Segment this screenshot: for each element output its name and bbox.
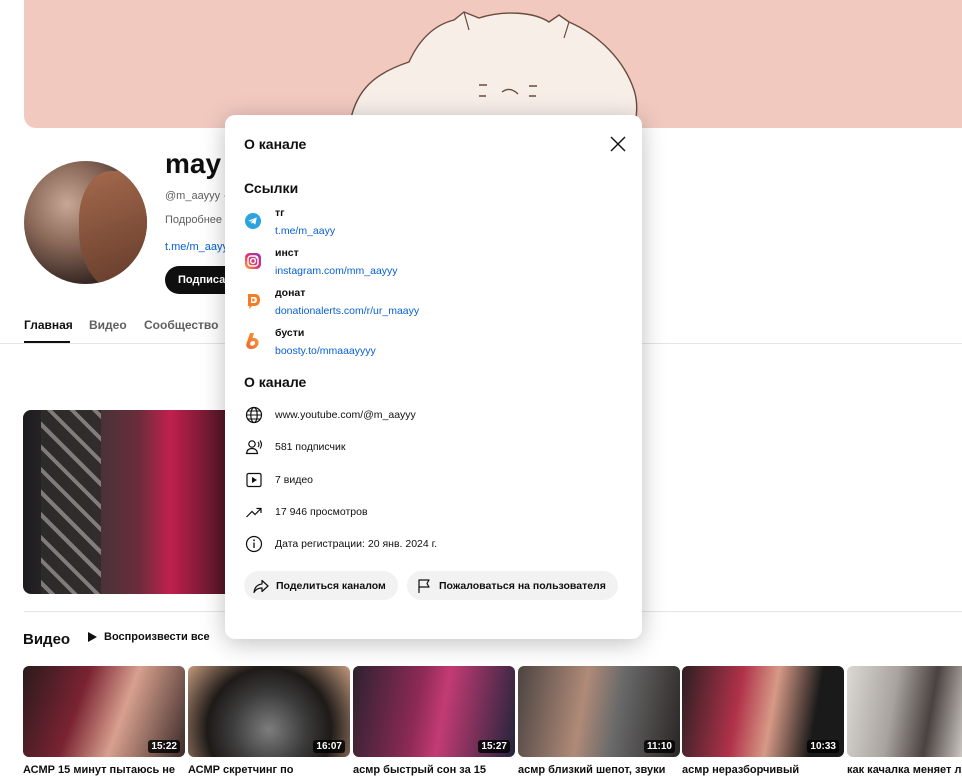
instagram-icon bbox=[245, 253, 261, 269]
flag-icon bbox=[418, 578, 430, 593]
subscriber-count: 581 подписчик bbox=[275, 441, 346, 453]
links-heading: Ссылки bbox=[244, 180, 299, 196]
link-item-donationalerts: донат donationalerts.com/r/ur_maayy bbox=[244, 287, 624, 323]
link-item-boosty: бусти boosty.to/mmaaayyyy bbox=[244, 327, 624, 363]
video-thumbnail[interactable]: 15:22 bbox=[23, 666, 185, 757]
report-user-label: Пожаловаться на пользователя bbox=[439, 579, 606, 592]
channel-handle: @m_aayyy · bbox=[165, 190, 227, 202]
video-thumbnail[interactable]: 11:10 bbox=[518, 666, 680, 757]
boosty-icon bbox=[246, 333, 259, 349]
tab-home[interactable]: Главная bbox=[24, 318, 73, 332]
share-channel-label: Поделиться каналом bbox=[276, 579, 386, 592]
report-user-button[interactable]: Пожаловаться на пользователя bbox=[407, 571, 618, 600]
telegram-icon bbox=[245, 213, 261, 229]
link-item-telegram: тг t.me/m_aayy bbox=[244, 207, 624, 243]
video-duration: 11:10 bbox=[643, 740, 675, 753]
video-duration: 15:27 bbox=[478, 740, 510, 753]
video-count: 7 видео bbox=[275, 474, 314, 486]
close-icon[interactable] bbox=[607, 133, 629, 155]
subscribers-icon bbox=[245, 440, 263, 455]
link-url[interactable]: t.me/m_aayy bbox=[275, 225, 335, 237]
play-all-label: Воспроизвести все bbox=[104, 631, 210, 643]
tab-videos[interactable]: Видео bbox=[89, 318, 127, 332]
link-name: донат bbox=[275, 287, 306, 299]
registration-date: Дата регистрации: 20 янв. 2024 г. bbox=[275, 538, 438, 550]
play-all-button[interactable]: Воспроизвести все bbox=[86, 631, 210, 643]
video-title[interactable]: асмр быстрый сон за 15 bbox=[353, 764, 511, 776]
link-url[interactable]: donationalerts.com/r/ur_maayy bbox=[275, 305, 419, 317]
video-title[interactable]: АСМР 15 минут пытаюсь не bbox=[23, 764, 181, 776]
info-videos: 7 видео bbox=[244, 470, 624, 490]
video-title[interactable]: асмр близкий шепот, звуки bbox=[518, 764, 676, 776]
donationalerts-icon bbox=[248, 294, 260, 309]
video-duration: 10:33 bbox=[807, 740, 839, 753]
video-thumbnail[interactable]: 15:27 bbox=[353, 666, 515, 757]
dialog-title: О канале bbox=[244, 136, 307, 152]
info-views: 17 946 просмотров bbox=[244, 502, 624, 522]
video-thumbnail[interactable]: 10:33 bbox=[682, 666, 844, 757]
info-icon bbox=[245, 535, 263, 553]
channel-name: may bbox=[165, 148, 222, 179]
info-registration-date: Дата регистрации: 20 янв. 2024 г. bbox=[244, 534, 624, 554]
channel-url-text[interactable]: www.youtube.com/@m_aayyy bbox=[275, 409, 416, 421]
info-subscribers: 581 подписчик bbox=[244, 437, 624, 457]
about-heading: О канале bbox=[244, 374, 307, 390]
video-title[interactable]: асмр неразборчивый bbox=[682, 764, 840, 776]
trending-icon bbox=[246, 507, 262, 518]
link-url[interactable]: boosty.to/mmaaayyyy bbox=[275, 345, 376, 357]
video-duration: 15:22 bbox=[148, 740, 180, 753]
link-name: инст bbox=[275, 247, 299, 259]
tab-community[interactable]: Сообщество bbox=[144, 318, 218, 332]
link-name: тг bbox=[275, 207, 285, 219]
link-name: бусти bbox=[275, 327, 305, 339]
featured-video-thumbnail[interactable] bbox=[23, 410, 233, 594]
video-thumbnail[interactable] bbox=[847, 666, 962, 757]
view-count: 17 946 просмотров bbox=[275, 506, 368, 518]
about-channel-dialog: О канале Ссылки тг t.me/m_aayy инст inst… bbox=[225, 115, 642, 639]
share-channel-button[interactable]: Поделиться каналом bbox=[244, 571, 398, 600]
channel-more-link[interactable]: Подробнее о bbox=[165, 214, 231, 226]
video-thumbnail[interactable]: 16:07 bbox=[188, 666, 350, 757]
info-channel-url: www.youtube.com/@m_aayyy bbox=[244, 405, 624, 425]
video-duration: 16:07 bbox=[313, 740, 345, 753]
video-title[interactable]: АСМР скретчинг по bbox=[188, 764, 346, 776]
channel-avatar[interactable] bbox=[24, 161, 147, 284]
video-title[interactable]: как качалка меняет ли bbox=[847, 764, 962, 776]
videos-section-title: Видео bbox=[23, 631, 71, 648]
channel-banner bbox=[24, 0, 962, 128]
share-icon bbox=[253, 579, 269, 593]
globe-icon bbox=[245, 406, 263, 424]
video-icon bbox=[246, 472, 262, 488]
link-item-instagram: инст instagram.com/mm_aayyy bbox=[244, 247, 624, 283]
channel-external-link[interactable]: t.me/m_aayy bbox=[165, 241, 228, 253]
play-icon bbox=[88, 632, 97, 642]
link-url[interactable]: instagram.com/mm_aayyy bbox=[275, 265, 398, 277]
